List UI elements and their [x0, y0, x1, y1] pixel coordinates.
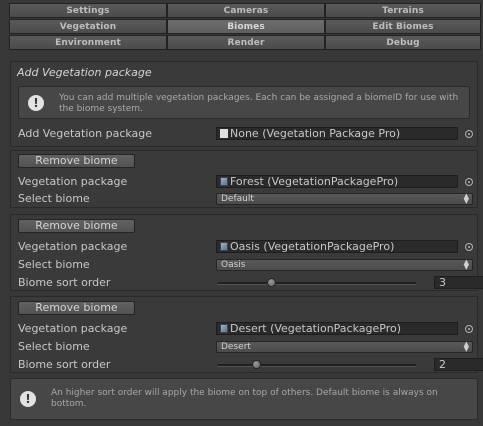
section-title: Add Vegetation package [17, 66, 152, 79]
select-biome-value: Default [221, 194, 254, 204]
tab-terrains[interactable]: Terrains [325, 3, 481, 18]
sort-order-help-text: An higher sort order will apply the biom… [51, 388, 438, 409]
tab-cameras[interactable]: Cameras [167, 3, 325, 18]
biome-panel: Remove biome Vegetation package Forest (… [10, 150, 478, 208]
object-picker-icon[interactable] [465, 325, 473, 333]
add-package-label: Add Vegetation package [18, 127, 153, 140]
biome-panel: Remove biome Vegetation package Oasis (V… [10, 214, 483, 291]
biome-panel: Remove biome Vegetation package Desert (… [10, 296, 483, 373]
slider-thumb[interactable] [252, 360, 262, 369]
remove-biome-button[interactable]: Remove biome [18, 301, 135, 315]
remove-biome-button[interactable]: Remove biome [18, 219, 135, 233]
package-icon [220, 177, 228, 186]
tab-vegetation[interactable]: Vegetation [9, 19, 167, 34]
file-icon [220, 129, 228, 138]
select-biome-dropdown[interactable]: Desert ▲ ▼ [216, 341, 473, 353]
add-package-value: None (Vegetation Package Pro) [230, 127, 401, 140]
updown-arrows-icon: ▲ ▼ [463, 340, 469, 353]
select-biome-label: Select biome [18, 192, 90, 205]
tab-settings[interactable]: Settings [9, 3, 167, 18]
help-box: ! You can add multiple vegetation packag… [18, 86, 470, 119]
select-biome-label: Select biome [18, 340, 90, 353]
updown-arrows-icon: ▲ ▼ [463, 258, 469, 271]
sort-order-label: Biome sort order [18, 358, 111, 371]
sort-order-field[interactable]: 3 [434, 276, 483, 289]
select-biome-dropdown[interactable]: Oasis ▲ ▼ [216, 259, 473, 271]
updown-arrows-icon: ▲ ▼ [463, 192, 469, 205]
tab-bar: Settings Cameras Terrains Vegetation Bio… [9, 3, 481, 50]
vegetation-package-field[interactable]: Desert (VegetationPackagePro) [216, 322, 458, 335]
vegetation-package-value: Forest (VegetationPackagePro) [230, 175, 399, 188]
vegetation-package-field[interactable]: Forest (VegetationPackagePro) [216, 175, 458, 188]
vegetation-package-label: Vegetation package [18, 175, 128, 188]
select-biome-label: Select biome [18, 258, 90, 271]
sort-order-slider[interactable] [218, 364, 416, 367]
vegetation-package-field[interactable]: Oasis (VegetationPackagePro) [216, 240, 458, 253]
object-picker-icon[interactable] [465, 178, 473, 186]
sort-order-help-box: ! An higher sort order will apply the bi… [10, 378, 478, 420]
add-package-field[interactable]: None (Vegetation Package Pro) [216, 127, 458, 140]
vegetation-package-label: Vegetation package [18, 240, 128, 253]
select-biome-dropdown[interactable]: Default ▲ ▼ [216, 193, 473, 205]
sort-order-label: Biome sort order [18, 276, 111, 289]
object-picker-icon[interactable] [465, 130, 473, 138]
vegetation-package-label: Vegetation package [18, 322, 128, 335]
help-text: You can add multiple vegetation packages… [59, 93, 459, 114]
package-icon [220, 242, 228, 251]
sort-order-slider[interactable] [218, 282, 416, 285]
add-package-panel: Add Vegetation package ! You can add mul… [10, 61, 478, 147]
info-exclamation-icon: ! [28, 94, 44, 111]
package-icon [220, 324, 228, 333]
select-biome-value: Oasis [221, 260, 246, 270]
tab-biomes[interactable]: Biomes [167, 19, 325, 34]
slider-thumb[interactable] [267, 278, 277, 287]
vegetation-package-value: Desert (VegetationPackagePro) [230, 322, 402, 335]
vegetation-package-value: Oasis (VegetationPackagePro) [230, 240, 395, 253]
sort-order-field[interactable]: 2 [434, 358, 483, 371]
tab-debug[interactable]: Debug [325, 35, 481, 50]
tab-render[interactable]: Render [167, 35, 325, 50]
object-picker-icon[interactable] [465, 243, 473, 251]
info-exclamation-icon: ! [20, 391, 36, 407]
select-biome-value: Desert [221, 342, 251, 352]
tab-environment[interactable]: Environment [9, 35, 167, 50]
remove-biome-button[interactable]: Remove biome [18, 154, 135, 168]
tab-edit-biomes[interactable]: Edit Biomes [325, 19, 481, 34]
